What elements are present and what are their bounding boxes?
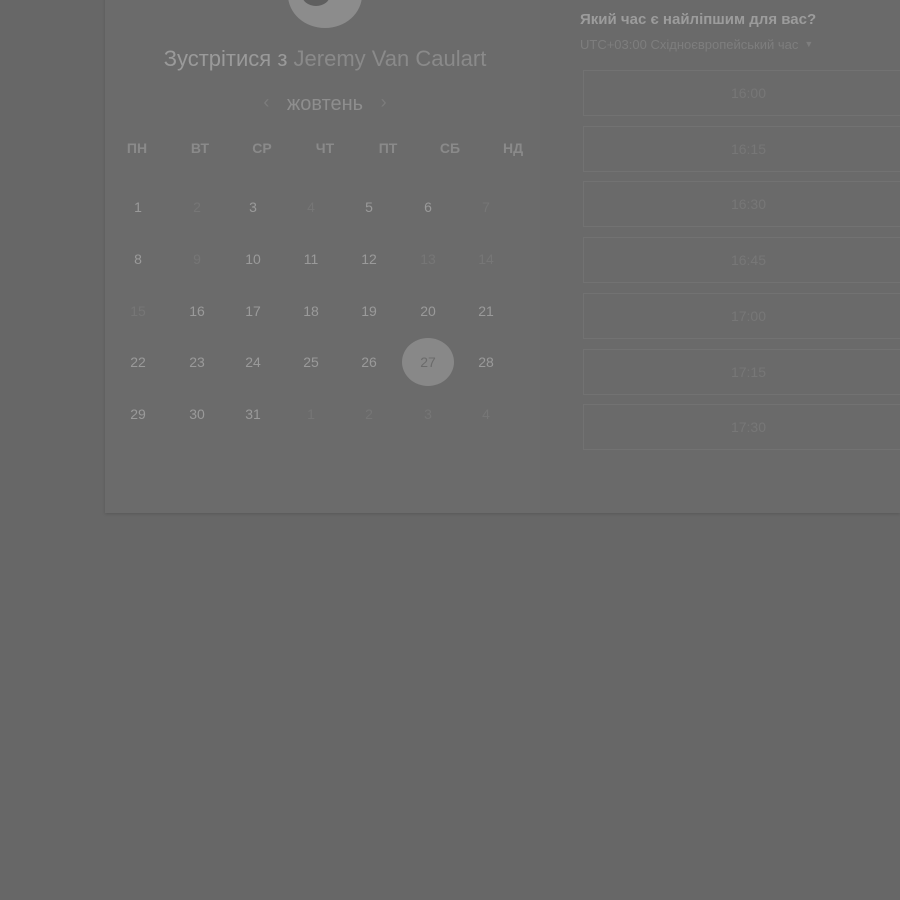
calendar-day[interactable]: 6 bbox=[402, 183, 454, 231]
time-slot-button[interactable]: 16:45 bbox=[583, 237, 900, 284]
weekday-label: ПН bbox=[126, 140, 148, 156]
time-slot-button[interactable]: 16:30 bbox=[583, 181, 900, 228]
calendar-day: 1 bbox=[307, 406, 315, 422]
calendar-day[interactable]: 19 bbox=[343, 287, 395, 335]
calendar-day: 2 bbox=[193, 199, 201, 215]
month-label: жовтень bbox=[286, 93, 364, 115]
weekday-label: ПТ bbox=[378, 140, 398, 156]
time-panel: Який час є найліпшим для вас? UTC+03:00 … bbox=[580, 0, 900, 513]
calendar-day: 15 bbox=[130, 303, 146, 319]
calendar-day[interactable]: 24 bbox=[227, 338, 279, 386]
timezone-select[interactable]: UTC+03:00 Східноєвропейський час ▼ bbox=[580, 37, 813, 52]
calendar-day[interactable]: 8 bbox=[112, 235, 164, 283]
calendar-day-selected[interactable]: 27 bbox=[402, 338, 454, 386]
calendar-day[interactable]: 28 bbox=[460, 338, 512, 386]
meeting-title: Зустрітися з Jeremy Van Caulart bbox=[105, 46, 545, 72]
calendar-day[interactable]: 3 bbox=[227, 183, 279, 231]
calendar-day: 14 bbox=[478, 251, 494, 267]
calendar-day[interactable]: 16 bbox=[171, 287, 223, 335]
calendar-day: 4 bbox=[482, 406, 490, 422]
calendar-day: 3 bbox=[424, 406, 432, 422]
host-name: Jeremy Van Caulart bbox=[293, 46, 487, 71]
calendar-day[interactable]: 26 bbox=[343, 338, 395, 386]
calendar-day[interactable]: 11 bbox=[285, 235, 337, 283]
chevron-right-icon[interactable]: › bbox=[369, 92, 399, 113]
avatar bbox=[288, 0, 362, 28]
scheduler-card: Зустрітися з Jeremy Van Caulart ‹ жовтен… bbox=[105, 0, 900, 513]
calendar-day[interactable]: 1 bbox=[112, 183, 164, 231]
meeting-title-prefix: Зустрітися з bbox=[163, 46, 288, 71]
page: Зустрітися з Jeremy Van Caulart ‹ жовтен… bbox=[0, 0, 900, 900]
calendar-day[interactable]: 20 bbox=[402, 287, 454, 335]
calendar-day[interactable]: 12 bbox=[343, 235, 395, 283]
calendar-day[interactable]: 10 bbox=[227, 235, 279, 283]
calendar-day: 13 bbox=[420, 251, 436, 267]
calendar-day[interactable]: 17 bbox=[227, 287, 279, 335]
calendar-day[interactable]: 30 bbox=[171, 390, 223, 438]
weekday-label: НД bbox=[502, 140, 524, 156]
time-slot-button[interactable]: 16:00 bbox=[583, 70, 900, 116]
calendar-day: 2 bbox=[365, 406, 373, 422]
calendar-day[interactable]: 23 bbox=[171, 338, 223, 386]
chevron-left-icon[interactable]: ‹ bbox=[251, 92, 281, 113]
month-navigation: ‹ жовтень › bbox=[105, 92, 545, 116]
calendar-day[interactable]: 18 bbox=[285, 287, 337, 335]
caret-down-icon: ▼ bbox=[804, 39, 814, 49]
calendar-day: 7 bbox=[482, 199, 490, 215]
time-slot-button[interactable]: 17:15 bbox=[583, 348, 900, 395]
time-slot-button[interactable]: 16:15 bbox=[583, 125, 900, 172]
time-slot-button[interactable]: 17:00 bbox=[583, 292, 900, 339]
weekday-label: СБ bbox=[439, 140, 461, 156]
weekday-label: ЧТ bbox=[315, 140, 335, 156]
timezone-label: UTC+03:00 Східноєвропейський час bbox=[580, 37, 799, 52]
calendar-day[interactable]: 31 bbox=[227, 390, 279, 438]
calendar-day[interactable]: 5 bbox=[343, 183, 395, 231]
calendar-day[interactable]: 29 bbox=[112, 390, 164, 438]
weekday-label: СР bbox=[252, 140, 272, 156]
calendar-day: 4 bbox=[307, 199, 315, 215]
time-question: Який час є найліпшим для вас? bbox=[580, 11, 817, 28]
calendar-panel: Зустрітися з Jeremy Van Caulart ‹ жовтен… bbox=[105, 0, 540, 513]
calendar-day[interactable]: 21 bbox=[460, 287, 512, 335]
weekday-label: ВТ bbox=[190, 140, 210, 156]
calendar-day[interactable]: 25 bbox=[285, 338, 337, 386]
time-slot-button[interactable]: 17:30 bbox=[583, 404, 900, 451]
calendar-day: 9 bbox=[193, 251, 201, 267]
calendar-day[interactable]: 22 bbox=[112, 338, 164, 386]
avatar-photo-detail bbox=[302, 0, 330, 6]
